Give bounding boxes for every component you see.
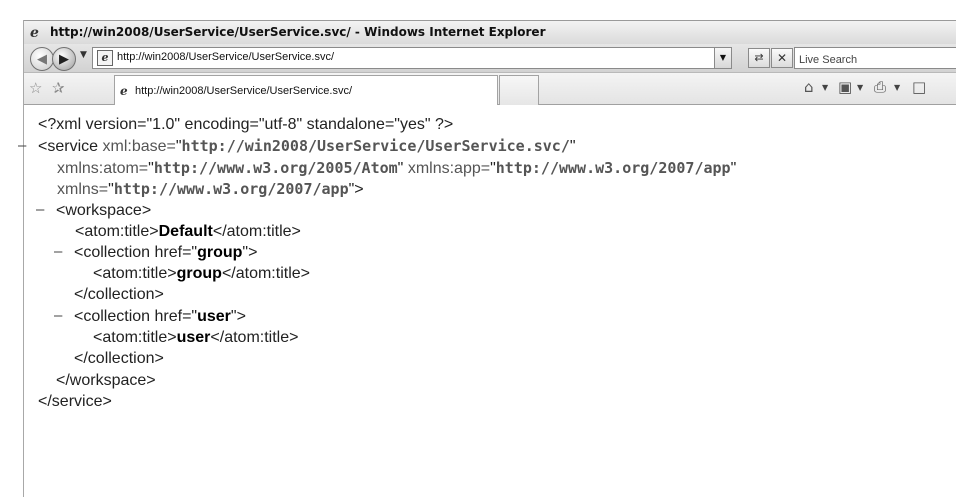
collapse-marker[interactable]: – [18, 137, 26, 154]
atom-title-open: <atom:title> [93, 329, 177, 346]
stop-icon: ✕ [776, 51, 788, 65]
search-box[interactable] [794, 47, 956, 69]
xmlns-value: http://www.w3.org/2007/app [113, 180, 349, 198]
tab-active[interactable]: e http://win2008/UserService/UserService… [114, 75, 498, 105]
collection-close: </collection> [74, 286, 164, 303]
collapse-marker[interactable]: – [54, 307, 62, 324]
feeds-icon[interactable]: ▣ [838, 78, 852, 96]
print-dropdown-icon[interactable]: ▼ [894, 83, 900, 92]
tab-label: http://win2008/UserService/UserService.s… [135, 85, 353, 97]
title-bar[interactable]: e http://win2008/UserService/UserService… [24, 20, 956, 46]
search-input[interactable] [795, 51, 949, 69]
page-menu-icon[interactable]: □ [912, 78, 926, 96]
workspace-title: Default [158, 223, 213, 240]
atom-title-close: </atom:title> [212, 223, 301, 240]
navigation-bar: ◀ ▶ ▼ e http://win2008/UserService/UserS… [24, 44, 956, 73]
xml-declaration: <?xml version="1.0" encoding="utf-8" sta… [38, 116, 454, 133]
window-title: http://win2008/UserService/UserService.s… [50, 25, 546, 39]
service-close: </service> [38, 393, 112, 410]
stop-button[interactable]: ✕ [771, 48, 793, 68]
home-icon[interactable]: ⌂ [804, 78, 814, 96]
refresh-button[interactable]: ⇄ [748, 48, 770, 68]
collapse-marker[interactable]: – [36, 201, 44, 218]
collection-open-line: <collection href="group"> [74, 244, 258, 261]
back-arrow-icon: ◀ [37, 51, 47, 67]
collection-href: group [197, 244, 243, 261]
xmlns-attr: xmlns= [57, 181, 109, 198]
collection-open-tag: <collection href= [74, 244, 192, 261]
collection-open-line: <collection href="user"> [74, 308, 246, 325]
forward-arrow-icon: ▶ [59, 51, 69, 67]
print-icon[interactable]: ⎙ [874, 78, 886, 96]
app-attr: xmlns:app= [407, 160, 491, 177]
tab-page-icon: e [120, 84, 128, 98]
page-content: <?xml version="1.0" encoding="utf-8" sta… [18, 105, 956, 497]
atom-title-close: </atom:title> [221, 265, 310, 282]
service-open-tag: <service [38, 138, 99, 155]
collection-close: </collection> [74, 350, 164, 367]
add-favorites-icon[interactable]: ✰ [52, 79, 65, 97]
recent-pages-dropdown-icon[interactable]: ▼ [80, 50, 87, 60]
address-url[interactable]: http://win2008/UserService/UserService.s… [117, 51, 334, 63]
workspace-close: </workspace> [56, 372, 156, 389]
xml-base-attr: xml:base= [102, 138, 176, 155]
workspace-title-line: <atom:title>Default</atom:title> [75, 222, 301, 241]
collection-title-line: <atom:title>group</atom:title> [93, 264, 310, 283]
service-open-line: <service xml:base="http://win2008/UserSe… [38, 137, 576, 155]
namespace-line: xmlns:atom="http://www.w3.org/2005/Atom"… [57, 159, 737, 177]
favorites-star-icon[interactable]: ☆ [29, 79, 42, 97]
atom-title-close: </atom:title> [210, 329, 299, 346]
workspace-open: <workspace> [56, 202, 152, 219]
home-dropdown-icon[interactable]: ▼ [822, 83, 828, 92]
back-button[interactable]: ◀ [30, 47, 54, 71]
forward-button[interactable]: ▶ [52, 47, 76, 71]
xml-base-value: http://win2008/UserService/UserService.s… [181, 137, 570, 155]
collection-title-line: <atom:title>user</atom:title> [93, 328, 298, 347]
collection-title: group [176, 265, 222, 282]
refresh-icon: ⇄ [754, 51, 764, 64]
atom-title-open: <atom:title> [75, 223, 159, 240]
browser-window: e http://win2008/UserService/UserService… [18, 20, 956, 497]
address-bar[interactable]: e http://win2008/UserService/UserService… [92, 47, 732, 69]
collection-href: user [197, 308, 231, 325]
collection-title: user [176, 329, 211, 346]
tab-bar: ☆ ✰ e http://win2008/UserService/UserSer… [24, 73, 956, 105]
internet-explorer-icon: e [30, 25, 39, 41]
atom-value: http://www.w3.org/2005/Atom [153, 159, 398, 177]
address-dropdown-button[interactable]: ▼ [714, 48, 731, 68]
page-icon: e [97, 50, 113, 66]
xmlns-line: xmlns="http://www.w3.org/2007/app"> [57, 180, 364, 198]
atom-title-open: <atom:title> [93, 265, 177, 282]
collection-open-tag: <collection href= [74, 308, 192, 325]
new-tab-button[interactable] [499, 75, 539, 105]
atom-attr: xmlns:atom= [57, 160, 149, 177]
collapse-marker[interactable]: – [54, 243, 62, 260]
feeds-dropdown-icon[interactable]: ▼ [857, 83, 863, 92]
app-value: http://www.w3.org/2007/app [495, 159, 731, 177]
